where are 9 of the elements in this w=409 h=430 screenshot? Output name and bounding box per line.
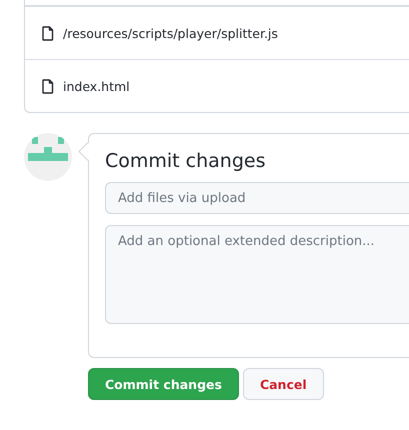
description-field[interactable]: Add an optional extended description...	[105, 225, 409, 324]
cancel-button[interactable]: Cancel	[242, 368, 324, 400]
commit-title: Commit changes	[105, 150, 266, 172]
file-name[interactable]: index.html	[63, 78, 130, 94]
file-name[interactable]: /resources/scripts/player/splitter.js	[63, 26, 278, 40]
summary-field[interactable]: Add files via upload	[105, 182, 409, 214]
file-icon	[42, 78, 54, 94]
file-icon	[42, 26, 54, 40]
avatar	[24, 133, 72, 181]
